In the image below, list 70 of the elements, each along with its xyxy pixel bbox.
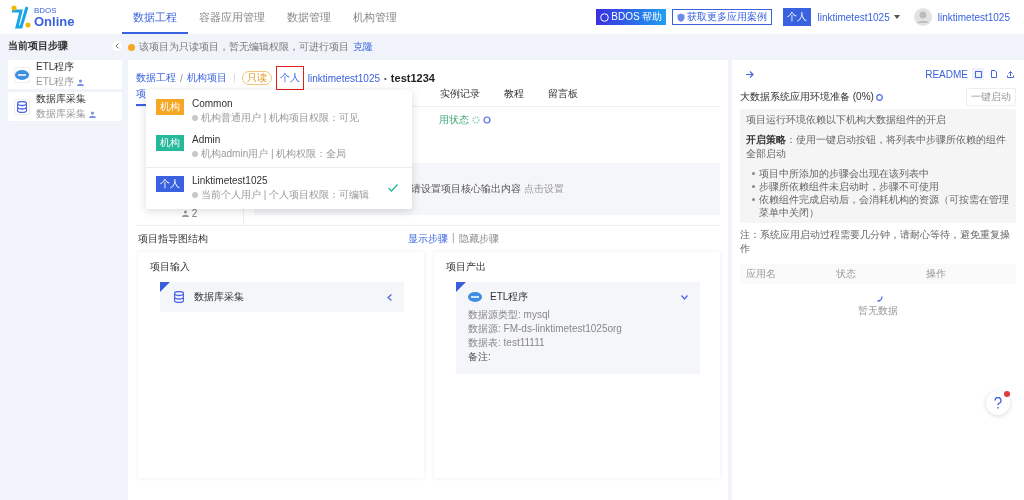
step-card[interactable]: 数据库采集 数据库采集: [8, 92, 122, 121]
link-separator: |: [452, 232, 455, 245]
notice-text: 该项目为只读项目，暂无编辑权限，可进行项目: [139, 40, 349, 54]
note-text: 注：系统应用启动过程需要几分钟，请耐心等待，避免重复操作: [740, 228, 1011, 256]
tab[interactable]: 实例记录: [440, 87, 480, 106]
scope-tag: 个人: [156, 176, 184, 192]
sidebar-title: 当前项目步骤: [8, 39, 68, 53]
step-title: ETL程序: [36, 60, 76, 74]
member-count: 2: [191, 208, 198, 219]
scope-option[interactable]: 机构 Common 机构普通用户 | 机构项目权限：可见: [146, 93, 412, 129]
user-name[interactable]: linktimetest1025: [937, 11, 1010, 23]
account-badge: 个人: [783, 8, 812, 26]
project-name: test1234: [390, 72, 435, 84]
separator-dot: •: [384, 73, 387, 83]
detail-text: 数据源类型: mysql: [468, 308, 551, 322]
step-node[interactable]: 数据库采集: [160, 282, 404, 312]
cases-button[interactable]: 获取更多应用案例: [672, 9, 773, 25]
nav-tab[interactable]: 数据工程: [122, 0, 188, 34]
tab[interactable]: 留言板: [548, 87, 578, 106]
scope-tag: 机构: [156, 135, 184, 151]
intro-text: 项目运行环境依赖以下机构大数据组件的开启: [746, 113, 947, 127]
scope-switch[interactable]: 个人: [275, 66, 304, 90]
owner-link[interactable]: linktimetest1025: [307, 72, 381, 84]
strategy-text: 开启策略：使用一键启动按钮，将列表中步骤所依赖的组件全部启动: [746, 133, 1007, 161]
option-description: 机构admin用户 | 机构权限：全局: [201, 146, 347, 161]
step-title: 数据库采集: [36, 92, 87, 106]
column-header: 操作: [926, 267, 947, 281]
panel-title: 项目输入: [150, 260, 191, 274]
status-text: 用状态: [439, 113, 469, 127]
panel-title: 项目产出: [446, 260, 487, 274]
option-name: Common: [192, 97, 234, 109]
nav-tab[interactable]: 数据管理: [276, 0, 342, 34]
step-name: ETL程序: [490, 290, 530, 304]
option-name: Linktimetest1025: [192, 174, 269, 186]
help-button[interactable]: BDOS 帮助: [596, 9, 667, 25]
step-toggle-link[interactable]: 显示步骤: [408, 232, 448, 246]
step-toggle-link[interactable]: 隐藏步骤: [458, 232, 499, 246]
readme-label: README: [925, 68, 968, 80]
tab[interactable]: 教程: [504, 87, 524, 106]
scope-option[interactable]: 机构 Admin 机构admin用户 | 机构权限：全局: [146, 129, 412, 165]
bullet-text: 步骤所依赖组件未启动时，步骤不可使用: [759, 180, 939, 193]
breadcrumb-separator: /: [180, 72, 183, 84]
bullet-text: 依赖组件完成启动后，会消耗机构的资源（可按需在管理菜单中关闭）: [759, 193, 1010, 219]
column-header: 应用名: [746, 267, 777, 281]
detail-text: 数据源: FM-ds-linktimetest1025org: [468, 322, 623, 336]
nav-tab[interactable]: 机构管理: [342, 0, 408, 34]
section-title: 项目指导图结构: [138, 232, 208, 246]
step-subtitle: 数据库采集: [36, 107, 86, 121]
step-subtitle: ETL程序: [36, 75, 75, 89]
bullet-text: 项目中所添加的步骤会出现在该列表中: [759, 167, 929, 180]
panel-title: 大数据系统应用环境准备 (0%): [740, 90, 874, 104]
logo-wordmark: Online: [34, 14, 75, 28]
breadcrumb-link[interactable]: 数据工程: [136, 71, 176, 85]
detail-text: 备注:: [468, 350, 492, 364]
placeholder-text: 请设置项目核心输出内容: [410, 182, 521, 196]
scope-tag: 机构: [156, 99, 184, 115]
clone-link[interactable]: 克隆: [353, 40, 373, 54]
column-header: 状态: [836, 267, 857, 281]
scope-option[interactable]: 个人 Linktimetest1025 当前个人用户 | 个人项目权限：可编辑: [146, 167, 412, 206]
step-name: 数据库采集: [194, 290, 245, 304]
option-description: 机构普通用户 | 机构项目权限：可见: [201, 110, 360, 125]
step-node[interactable]: ETL程序 数据源类型: mysql 数据源: FM-ds-linktimetest1025org 数据表: test11111 备注:: [456, 282, 700, 374]
step-card[interactable]: ETL程序 ETL程序: [8, 60, 122, 89]
option-description: 当前个人用户 | 个人项目权限：可编辑: [201, 187, 370, 202]
logo-caption: BDOS: [34, 6, 58, 15]
breadcrumb-link[interactable]: 机构项目: [186, 71, 227, 85]
option-name: Admin: [192, 133, 222, 145]
detail-text: 数据表: test11111: [468, 336, 546, 350]
nav-tab[interactable]: 容器应用管理: [188, 0, 276, 34]
empty-text: 暂无数据: [857, 304, 899, 318]
